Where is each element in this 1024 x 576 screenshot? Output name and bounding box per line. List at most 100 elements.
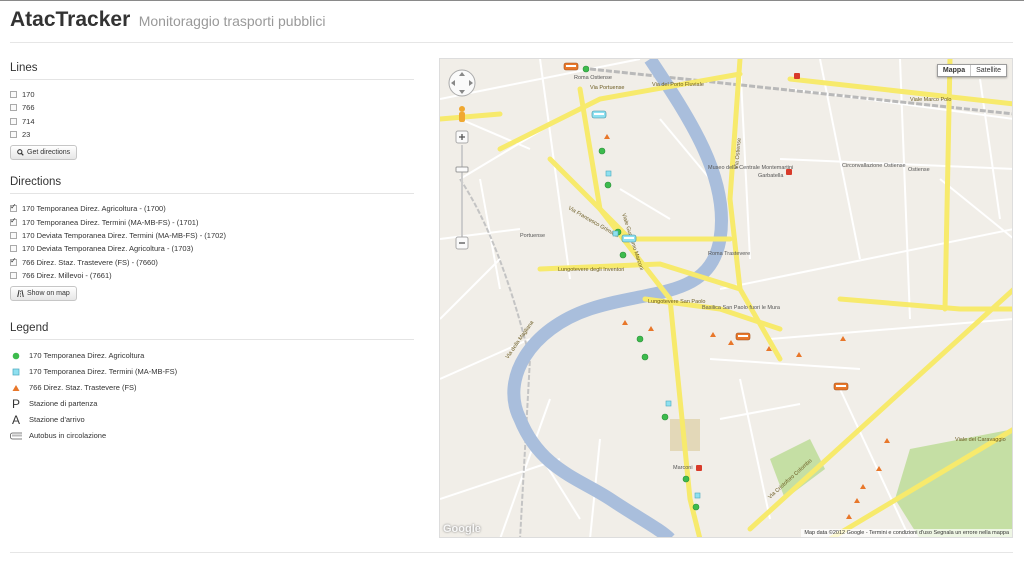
- green-circle-icon: [10, 350, 22, 362]
- checkbox-label: 714: [22, 116, 35, 126]
- bus-marker-3: [621, 234, 637, 243]
- direction-option[interactable]: 170 Deviata Temporanea Direz. Agricoltur…: [10, 242, 414, 255]
- map-label-basilica: Basilica San Paolo fuori le Mura: [702, 305, 781, 311]
- marker-170-termini: [605, 170, 612, 177]
- map-attribution[interactable]: Map data ©2012 Google - Termini e condiz…: [801, 529, 1012, 537]
- show-on-map-label: Show on map: [27, 289, 70, 297]
- map-tiles[interactable]: Portuense Garbatella Ostiense Marconi Ba…: [440, 59, 1013, 538]
- map-label-marco-polo: Viale Marco Polo: [910, 97, 951, 103]
- direction-option[interactable]: 170 Temporanea Direz. Termini (MA-MB-FS)…: [10, 215, 414, 228]
- search-icon: [17, 149, 24, 156]
- marker-170-agricoltura: [636, 335, 644, 343]
- legend-label: 170 Temporanea Direz. Termini (MA-MB-FS): [29, 367, 178, 377]
- direction-option[interactable]: 766 Direz. Millevoi - (7661): [10, 269, 414, 282]
- directions-list: 170 Temporanea Direz. Agricoltura - (170…: [10, 202, 414, 282]
- checkbox-label: 170 Deviata Temporanea Direz. Termini (M…: [22, 230, 226, 240]
- checkbox-label: 766 Direz. Millevoi - (7661): [22, 270, 112, 280]
- marker-170-agricoltura: [661, 413, 669, 421]
- line-option-714[interactable]: 714: [10, 115, 414, 128]
- direction-option[interactable]: 170 Temporanea Direz. Agricoltura - (170…: [10, 202, 414, 215]
- page-header: AtacTracker Monitoraggio trasporti pubbl…: [10, 8, 325, 38]
- marker-170-agricoltura: [582, 65, 590, 73]
- checkbox-label: 23: [22, 130, 31, 140]
- checkbox[interactable]: [10, 117, 17, 125]
- map-type-control: Mappa Satellite: [936, 64, 1007, 77]
- checkbox[interactable]: [10, 245, 17, 253]
- checkbox[interactable]: [10, 91, 17, 99]
- legend-item: P Stazione di partenza: [10, 396, 414, 412]
- legend-label: 766 Direz. Staz. Trastevere (FS): [29, 383, 137, 393]
- road-icon: [17, 289, 24, 297]
- cyan-square-icon: [10, 366, 22, 378]
- bus-marker-2: [591, 110, 607, 119]
- map-label-via-portuense: Via Portuense: [590, 85, 624, 91]
- direction-option[interactable]: 170 Deviata Temporanea Direz. Termini (M…: [10, 229, 414, 242]
- checkbox[interactable]: [10, 231, 17, 239]
- map-label-garbatella: Garbatella: [758, 173, 784, 179]
- top-border: [0, 0, 1024, 1]
- bus-marker-4: [735, 332, 751, 341]
- map-label-marconi: Marconi: [673, 465, 693, 471]
- marker-170-agricoltura: [692, 503, 700, 511]
- metro-icon: [786, 169, 792, 175]
- header-divider: [10, 42, 1013, 43]
- metro-icon: [696, 465, 702, 471]
- checkbox-label: 170 Temporanea Direz. Termini (MA-MB-FS)…: [22, 217, 199, 227]
- map-label-circonvallazione: Circonvallazione Ostiense: [842, 163, 906, 169]
- checkbox-label: 766: [22, 103, 35, 113]
- brand-title: AtacTracker: [10, 8, 131, 31]
- legend-label: Stazione di partenza: [29, 399, 98, 409]
- checkbox[interactable]: [10, 216, 17, 226]
- direction-option[interactable]: 766 Direz. Staz. Trastevere (FS) - (7660…: [10, 255, 414, 268]
- bus-marker-5: [833, 382, 849, 391]
- line-option-170[interactable]: 170: [10, 88, 414, 101]
- checkbox[interactable]: [10, 131, 17, 139]
- checkbox[interactable]: [10, 256, 17, 266]
- legend-label: 170 Temporanea Direz. Agricoltura: [29, 351, 145, 361]
- map-label-lungotevere-san-paolo: Lungotevere San Paolo: [648, 299, 706, 305]
- legend-item: Autobus in circolazione: [10, 428, 414, 444]
- legend-item: 766 Direz. Staz. Trastevere (FS): [10, 380, 414, 396]
- marker-170-agricoltura: [604, 181, 612, 189]
- map-type-satellite-button[interactable]: Satellite: [971, 65, 1006, 76]
- sidebar: Lines 170 766 714 23 Get directions Directi…: [10, 62, 414, 444]
- map-label-roma-ostiense: Roma Ostiense: [574, 75, 612, 81]
- map-type-mappa-button[interactable]: Mappa: [938, 65, 972, 76]
- pegman-icon: [459, 106, 465, 122]
- lines-title: Lines: [10, 62, 414, 80]
- legend-label: Stazione d'arrivo: [29, 415, 85, 425]
- marker-170-agricoltura: [682, 475, 690, 483]
- map-label-museo: Museo della Centrale Montemartini: [708, 165, 793, 171]
- brand-tagline: Monitoraggio trasporti pubblici: [138, 13, 326, 29]
- map-canvas[interactable]: Portuense Garbatella Ostiense Marconi Ba…: [439, 58, 1013, 538]
- map-label-roma-trastevere: Roma Trastevere: [708, 251, 750, 257]
- pan-control: [448, 69, 476, 97]
- footer-divider: [10, 552, 1013, 553]
- map-label-caravaggio: Viale del Caravaggio: [955, 437, 1006, 443]
- metro-icon: [794, 73, 800, 79]
- get-directions-button[interactable]: Get directions: [10, 145, 78, 161]
- marker-170-termini: [612, 230, 619, 237]
- legend-item: 170 Temporanea Direz. Termini (MA-MB-FS): [10, 364, 414, 380]
- line-option-766[interactable]: 766: [10, 101, 414, 114]
- start-station-icon: P: [11, 396, 20, 411]
- show-on-map-button[interactable]: Show on map: [10, 285, 77, 301]
- map-label-porto-fluviale: Via del Porto Fluviale: [652, 82, 704, 88]
- marker-170-termini: [694, 492, 701, 499]
- checkbox-label: 170 Temporanea Direz. Agricoltura - (170…: [22, 204, 166, 214]
- directions-title: Directions: [10, 176, 414, 195]
- checkbox[interactable]: [10, 104, 17, 112]
- checkbox[interactable]: [10, 202, 17, 213]
- marker-170-agricoltura: [641, 353, 649, 361]
- checkbox-label: 170 Deviata Temporanea Direz. Agricoltur…: [22, 244, 194, 254]
- checkbox[interactable]: [10, 271, 17, 279]
- line-option-23[interactable]: 23: [10, 128, 414, 141]
- lines-list: 170 766 714 23: [10, 88, 414, 141]
- map-label-ostiense: Ostiense: [908, 167, 930, 173]
- marker-170-termini: [665, 400, 672, 407]
- marker-170-agricoltura: [619, 251, 627, 259]
- legend-label: Autobus in circolazione: [29, 431, 107, 441]
- orange-triangle-icon: [10, 382, 22, 394]
- legend-item: A Stazione d'arrivo: [10, 412, 414, 428]
- map-label-portuense: Portuense: [520, 233, 545, 239]
